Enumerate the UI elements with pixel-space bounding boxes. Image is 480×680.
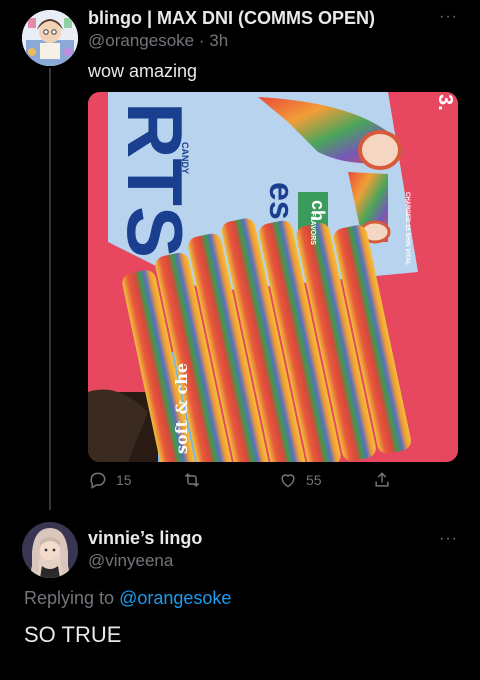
tweet-reply[interactable]: vinnie’s lingo @vinyeena ··· Replying to… (0, 510, 480, 680)
avatar-vinnie[interactable] (22, 522, 78, 578)
more-icon[interactable]: ··· (439, 530, 458, 548)
reply-button[interactable]: 15 (88, 470, 132, 490)
tweet-original[interactable]: blingo | MAX DNI (COMMS OPEN) @orangesok… (0, 0, 480, 510)
timestamp[interactable]: 3h (209, 31, 228, 50)
like-count: 55 (306, 472, 322, 488)
tweet-actions: 15 55 (88, 470, 458, 496)
replying-to-label: Replying to (24, 588, 115, 608)
package-soft-text: soft & che (172, 362, 191, 454)
tweet-header: blingo | MAX DNI (COMMS OPEN) @orangesok… (88, 8, 428, 51)
tweet-media-image[interactable]: RTS CANDY es ch FLAVORS 3. CHARGED 15 SH… (88, 92, 458, 462)
reply-header: vinnie’s lingo @vinyeena (88, 528, 202, 571)
display-name[interactable]: vinnie’s lingo (88, 528, 202, 549)
avatar-vinnie-image (22, 522, 78, 578)
package-small-text: CHARGED 15 SHIN VITAL (404, 192, 410, 266)
display-name[interactable]: blingo | MAX DNI (COMMS OPEN) (88, 8, 428, 29)
separator-dot: · (198, 31, 205, 50)
retweet-icon (184, 473, 200, 487)
user-handle[interactable]: @orangesoke (88, 31, 194, 50)
user-handle[interactable]: @vinyeena (88, 551, 202, 571)
package-side-text: es (262, 182, 300, 220)
more-icon[interactable]: ··· (439, 8, 458, 26)
retweet-button[interactable] (182, 470, 210, 490)
package-brand-text: RTS (111, 102, 199, 258)
like-button[interactable]: 55 (278, 470, 322, 490)
package-candy-text: CANDY (180, 142, 190, 175)
handle-line: @orangesoke · 3h (88, 31, 428, 51)
share-icon (375, 472, 389, 487)
package-size-text: 3. (434, 94, 456, 111)
reply-count: 15 (116, 472, 132, 488)
like-icon (281, 474, 295, 488)
replying-to-mention[interactable]: @orangesoke (119, 588, 231, 608)
replying-to-line: Replying to @orangesoke (24, 588, 231, 609)
package-flavors-label: FLAVORS (309, 212, 316, 245)
tweet-text: wow amazing (88, 61, 198, 81)
share-button[interactable] (372, 470, 392, 490)
reply-icon (90, 472, 106, 489)
avatar-blingo-image (22, 10, 78, 66)
reply-text: SO TRUE (24, 622, 122, 647)
avatar-blingo[interactable] (22, 10, 78, 66)
